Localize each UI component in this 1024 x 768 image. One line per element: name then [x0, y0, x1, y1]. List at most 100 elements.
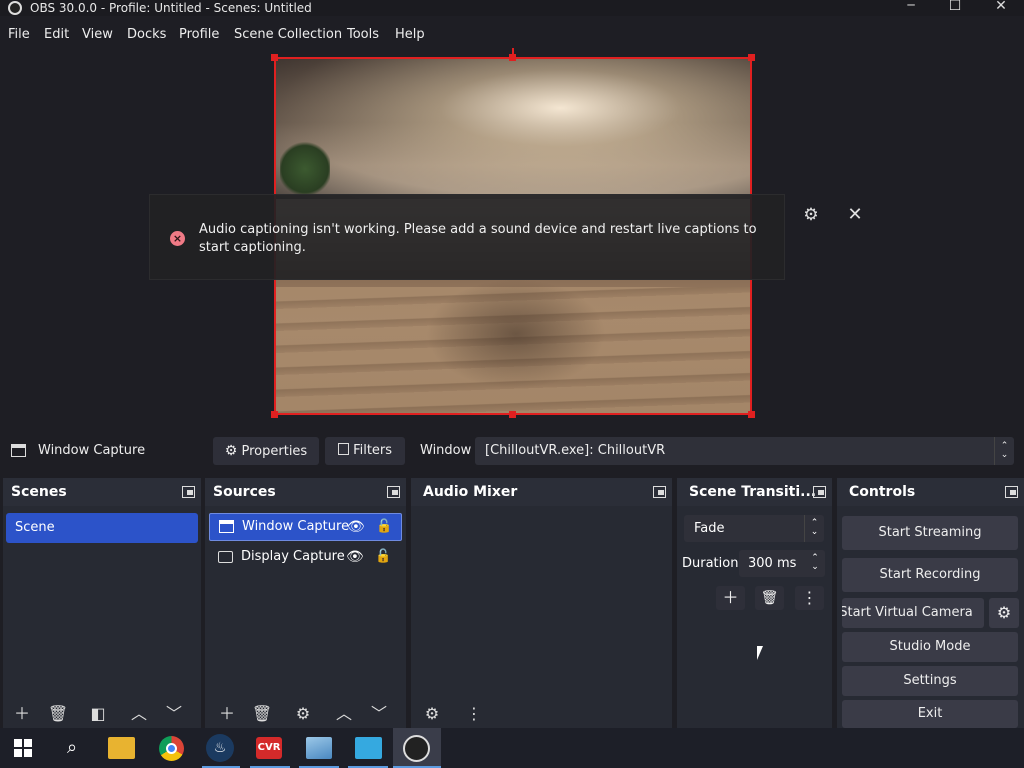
title-bar: OBS 30.0.0 - Profile: Untitled - Scenes:… [0, 0, 1024, 16]
exit-button[interactable]: Exit [842, 700, 1018, 728]
eye-icon[interactable]: 👁 [346, 543, 364, 571]
scene-list-item[interactable]: Scene [6, 513, 198, 543]
start-streaming-button[interactable]: Start Streaming [842, 516, 1018, 550]
virtual-camera-settings-button[interactable]: ⚙ [989, 598, 1019, 628]
filters-label: Filters [353, 443, 393, 458]
undock-icon[interactable] [1005, 486, 1018, 498]
taskbar [0, 728, 1024, 768]
source-item-label: Display Capture [241, 549, 345, 564]
move-scene-up-button[interactable]: ︿ [127, 704, 151, 724]
transition-select[interactable]: Fade ⌃ ⌄ [684, 515, 824, 542]
properties-label: Properties [241, 444, 308, 459]
move-source-up-button[interactable]: ︿ [332, 704, 356, 724]
window-select-value: [ChilloutVR.exe]: ChilloutVR [485, 443, 666, 458]
scene-filters-button[interactable]: ◧ [86, 704, 110, 724]
undock-icon[interactable] [387, 486, 400, 498]
duration-value: 300 ms [748, 556, 797, 571]
menu-file[interactable]: File [8, 27, 30, 42]
sources-dock: Sources Window Capture 👁 🔓 Display Captu… [205, 478, 406, 728]
lock-icon[interactable]: 🔓 [376, 514, 392, 540]
maximize-button[interactable]: ☐ [946, 0, 964, 14]
undock-icon[interactable] [813, 486, 826, 498]
window-capture-icon [11, 444, 26, 457]
resize-handle-tl[interactable] [271, 54, 278, 61]
start-virtual-camera-button[interactable]: Start Virtual Camera [842, 598, 984, 628]
scenes-dock: Scenes Scene ＋ 🗑 ◧ ︿ ﹀ [3, 478, 201, 728]
remove-source-button[interactable]: 🗑 [250, 704, 274, 724]
move-source-down-button[interactable]: ﹀ [367, 704, 391, 724]
start-recording-button[interactable]: Start Recording [842, 558, 1018, 592]
menu-view[interactable]: View [82, 27, 113, 42]
gear-icon[interactable]: ⚙ [802, 206, 820, 224]
eye-icon[interactable]: 👁 [347, 514, 365, 540]
menu-bar: File Edit View Docks Profile Scene Colle… [0, 22, 1024, 48]
scene-item-label: Scene [15, 520, 55, 535]
properties-button[interactable]: ⚙ Properties [213, 437, 319, 465]
controls-dock-title: Controls [837, 478, 1024, 506]
scenes-title-text: Scenes [11, 484, 67, 500]
chilloutvr-icon[interactable]: CVR [256, 737, 282, 759]
transition-menu-button[interactable]: ⋮ [795, 586, 824, 610]
error-icon: × [170, 231, 185, 246]
window-field-label: Window [420, 443, 472, 458]
scenes-dock-title: Scenes [3, 478, 201, 506]
controls-title-text: Controls [849, 484, 916, 500]
studio-mode-button[interactable]: Studio Mode [842, 632, 1018, 662]
add-scene-button[interactable]: ＋ [10, 704, 34, 724]
resize-line-top [512, 48, 514, 56]
sources-dock-title: Sources [205, 478, 406, 506]
file-explorer-icon[interactable] [108, 737, 135, 759]
undock-icon[interactable] [653, 486, 666, 498]
chevron-updown-icon: ⌃ ⌄ [994, 437, 1014, 465]
scene-transitions-dock-title: Scene Transiti... [677, 478, 832, 506]
resize-handle-tr[interactable] [748, 54, 755, 61]
toast-message: Audio captioning isn't working. Please a… [199, 222, 757, 255]
display-icon[interactable] [355, 737, 382, 759]
menu-docks[interactable]: Docks [127, 27, 166, 42]
duration-spinbox[interactable]: 300 ms ⌃ ⌄ [739, 550, 825, 577]
window-capture-icon [219, 520, 234, 533]
selected-source-label: Window Capture [38, 443, 146, 458]
menu-profile[interactable]: Profile [179, 27, 219, 42]
lock-icon[interactable]: 🔓 [375, 543, 391, 571]
mouse-cursor [757, 646, 769, 660]
menu-edit[interactable]: Edit [44, 27, 69, 42]
add-transition-button[interactable]: ＋ [716, 586, 745, 610]
remove-transition-button[interactable]: 🗑 [755, 586, 784, 610]
menu-tools[interactable]: Tools [347, 27, 379, 42]
minimize-button[interactable]: ─ [902, 0, 920, 12]
canvas-tree [280, 139, 330, 199]
filters-button[interactable]: Filters [325, 437, 405, 465]
obs-logo-icon [8, 1, 22, 15]
undock-icon[interactable] [182, 486, 195, 498]
window-select[interactable]: [ChilloutVR.exe]: ChilloutVR ⌃ ⌄ [475, 437, 1014, 465]
chrome-center [166, 743, 177, 754]
audio-mixer-dock-title: Audio Mixer [411, 478, 672, 506]
close-button[interactable]: ✕ [992, 0, 1010, 14]
advanced-audio-settings-button[interactable]: ⚙ [420, 704, 444, 724]
resize-handle-br[interactable] [748, 411, 755, 418]
resource-monitor-icon[interactable] [306, 737, 332, 759]
source-list-item[interactable]: Display Capture 👁 🔓 [209, 543, 402, 571]
resize-handle-b[interactable] [509, 411, 516, 418]
resize-handle-bl[interactable] [271, 411, 278, 418]
chevron-updown-icon: ⌃ ⌄ [804, 515, 824, 542]
add-source-button[interactable]: ＋ [215, 704, 239, 724]
transitions-title-text: Scene Transiti... [689, 484, 817, 500]
remove-scene-button[interactable]: 🗑 [46, 704, 70, 724]
menu-help[interactable]: Help [395, 27, 425, 42]
search-icon[interactable]: ⌕ [57, 733, 87, 763]
move-scene-down-button[interactable]: ﹀ [162, 704, 186, 724]
source-properties-button[interactable]: ⚙ [291, 704, 315, 724]
windows-start-icon[interactable] [14, 739, 32, 757]
obs-icon[interactable] [403, 735, 430, 762]
chevron-updown-icon: ⌃ ⌄ [811, 553, 819, 572]
filter-icon [337, 443, 349, 455]
source-list-item[interactable]: Window Capture 👁 🔓 [209, 513, 402, 541]
audio-mixer-menu-button[interactable]: ⋮ [462, 704, 486, 724]
sources-title-text: Sources [213, 484, 276, 500]
steam-icon[interactable]: ♨ [206, 734, 234, 762]
settings-button[interactable]: Settings [842, 666, 1018, 696]
close-icon[interactable]: ✕ [846, 206, 864, 224]
menu-scene-collection[interactable]: Scene Collection [234, 27, 342, 42]
